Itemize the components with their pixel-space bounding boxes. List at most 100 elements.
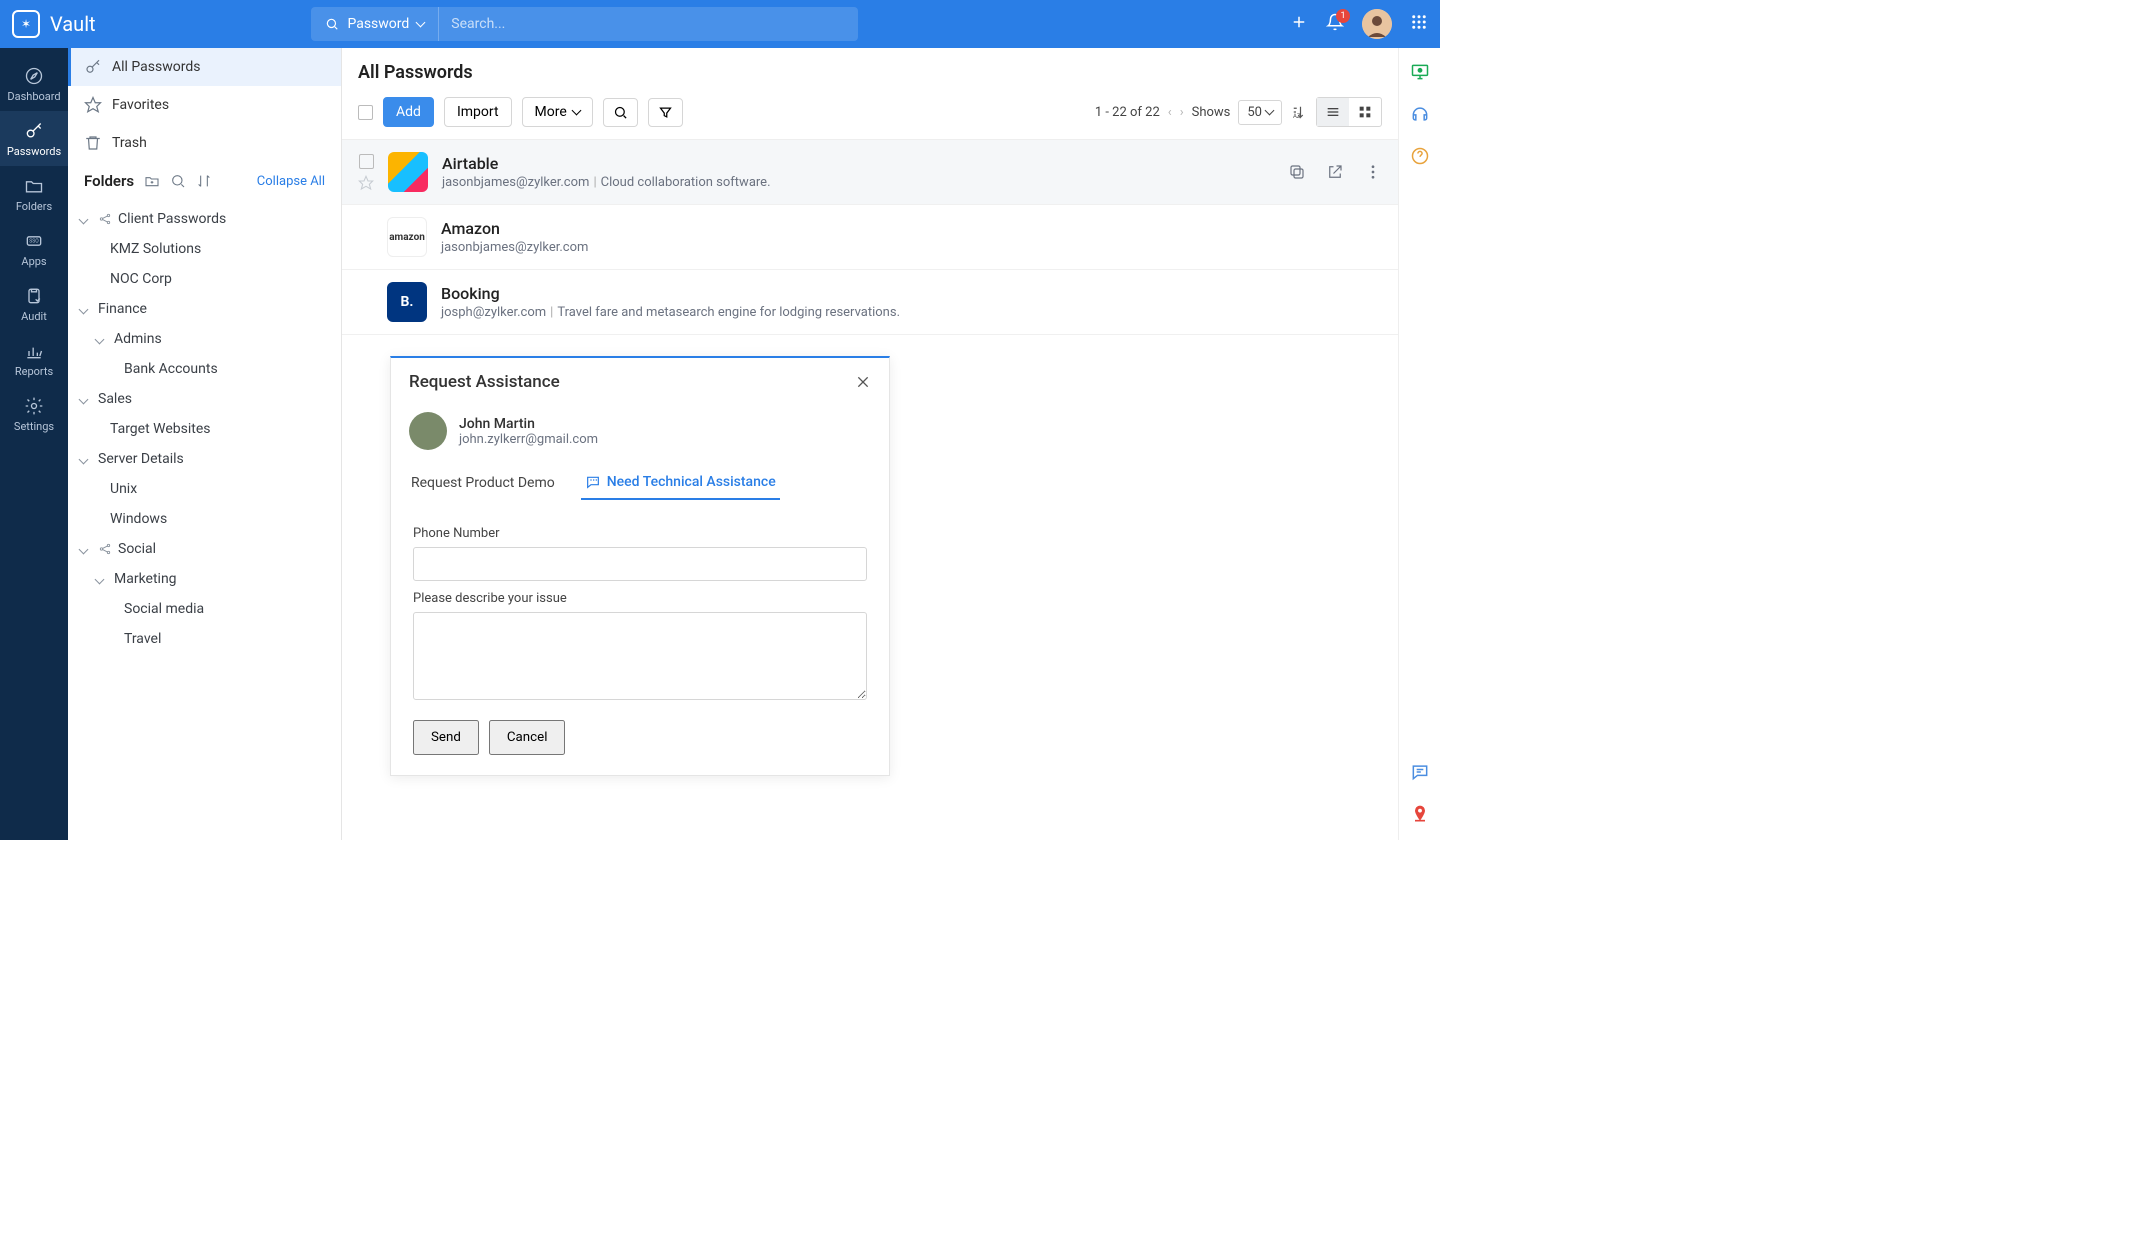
row-logo-amazon: amazon: [387, 217, 427, 257]
tree-node-windows[interactable]: Windows: [80, 504, 329, 534]
notifications-button[interactable]: 1: [1326, 13, 1344, 35]
rail-label: Dashboard: [7, 90, 60, 103]
row-desc: Travel fare and metasearch engine for lo…: [557, 305, 900, 320]
password-row[interactable]: amazon Amazon jasonbjames@zylker.com: [342, 205, 1398, 270]
sidebar-label: Trash: [112, 135, 147, 151]
search-button[interactable]: [603, 98, 638, 127]
chevron-down-icon: [1266, 105, 1273, 120]
tree-node-social-media[interactable]: Social media: [80, 594, 329, 624]
key-icon: [24, 121, 44, 141]
folder-plus-icon[interactable]: [144, 173, 160, 189]
page-prev[interactable]: ‹: [1168, 105, 1172, 120]
tree-node-target[interactable]: Target Websites: [80, 414, 329, 444]
chart-icon: [24, 341, 44, 361]
right-rail: [1398, 48, 1440, 840]
help-icon[interactable]: [1410, 146, 1430, 166]
user-avatar[interactable]: [1362, 9, 1392, 39]
tree-node-marketing[interactable]: Marketing: [80, 564, 329, 594]
folders-title: Folders: [84, 172, 134, 190]
search-scope-dropdown[interactable]: Password: [311, 7, 438, 41]
chevron-down-icon: [417, 16, 424, 32]
search-icon: [325, 17, 339, 31]
headset-icon[interactable]: [1410, 104, 1430, 124]
chat-icon[interactable]: [1410, 762, 1430, 782]
tree-node-admins[interactable]: Admins: [80, 324, 329, 354]
more-button[interactable]: More: [522, 97, 593, 127]
grid-icon: [1357, 104, 1373, 120]
apps-grid-button[interactable]: [1410, 13, 1428, 35]
close-icon[interactable]: [855, 374, 871, 390]
tree-node-server[interactable]: Server Details: [80, 444, 329, 474]
tree-node-client-passwords[interactable]: Client Passwords: [80, 204, 329, 234]
share-icon: [98, 212, 112, 226]
row-email: josph@zylker.com: [441, 305, 546, 320]
tree-node-unix[interactable]: Unix: [80, 474, 329, 504]
svg-text:SSO: SSO: [29, 239, 39, 245]
filter-button[interactable]: [648, 98, 683, 127]
search-input[interactable]: [438, 7, 858, 41]
folder-tree: Client Passwords KMZ Solutions NOC Corp …: [68, 200, 341, 666]
rail-label: Apps: [21, 255, 46, 268]
page-title: All Passwords: [358, 62, 1382, 83]
rail-item-reports[interactable]: Reports: [0, 331, 68, 386]
collapse-all-link[interactable]: Collapse All: [257, 174, 325, 189]
tree-node-sales[interactable]: Sales: [80, 384, 329, 414]
add-button[interactable]: [1290, 13, 1308, 35]
left-rail: Dashboard Passwords Folders SSO Apps Aud…: [0, 48, 68, 840]
rail-item-apps[interactable]: SSO Apps: [0, 221, 68, 276]
dialog-title: Request Assistance: [409, 372, 560, 392]
gear-icon: [24, 396, 44, 416]
svg-text:AZ: AZ: [1293, 113, 1301, 120]
password-row[interactable]: B. Booking josph@zylker.com|Travel fare …: [342, 270, 1398, 335]
rail-item-folders[interactable]: Folders: [0, 166, 68, 221]
row-email: jasonbjames@zylker.com: [441, 240, 588, 255]
shows-label: Shows: [1192, 105, 1231, 120]
tree-node-noc[interactable]: NOC Corp: [80, 264, 329, 294]
send-button[interactable]: Send: [413, 720, 479, 755]
tree-node-bank[interactable]: Bank Accounts: [80, 354, 329, 384]
search-scope-label: Password: [347, 16, 409, 32]
copy-icon[interactable]: [1288, 163, 1306, 181]
page-next[interactable]: ›: [1180, 105, 1184, 120]
dialog-user-email: john.zylkerr@gmail.com: [459, 432, 598, 447]
list-icon: [1325, 104, 1341, 120]
grid-view-button[interactable]: [1349, 98, 1381, 126]
tree-node-kmz[interactable]: KMZ Solutions: [80, 234, 329, 264]
page-size-dropdown[interactable]: 50: [1238, 100, 1282, 125]
rail-label: Reports: [15, 365, 53, 378]
search-icon[interactable]: [170, 173, 186, 189]
rail-item-audit[interactable]: Audit: [0, 276, 68, 331]
password-row[interactable]: Airtable jasonbjames@zylker.com|Cloud co…: [342, 140, 1398, 205]
map-pin-icon[interactable]: [1410, 804, 1430, 824]
tab-technical-assistance[interactable]: Need Technical Assistance: [581, 466, 780, 500]
import-button[interactable]: Import: [444, 97, 512, 127]
rail-item-dashboard[interactable]: Dashboard: [0, 56, 68, 111]
open-icon[interactable]: [1326, 163, 1344, 181]
sidebar-all-passwords[interactable]: All Passwords: [68, 48, 341, 86]
tree-node-social[interactable]: Social: [80, 534, 329, 564]
add-button[interactable]: Add: [383, 97, 434, 127]
trash-icon: [84, 134, 102, 152]
rail-item-passwords[interactable]: Passwords: [0, 111, 68, 166]
plus-icon: [1290, 13, 1308, 31]
folder-icon: [24, 176, 44, 196]
monitor-icon[interactable]: [1410, 62, 1430, 82]
sidebar-favorites[interactable]: Favorites: [68, 86, 341, 124]
tree-node-travel[interactable]: Travel: [80, 624, 329, 654]
tab-request-demo[interactable]: Request Product Demo: [407, 466, 559, 500]
cancel-button[interactable]: Cancel: [489, 720, 566, 755]
phone-input[interactable]: [413, 547, 867, 581]
row-desc: Cloud collaboration software.: [601, 175, 771, 190]
tree-node-finance[interactable]: Finance: [80, 294, 329, 324]
sidebar-trash[interactable]: Trash: [68, 124, 341, 162]
sort-az-icon[interactable]: AZ: [1290, 103, 1308, 121]
rail-item-settings[interactable]: Settings: [0, 386, 68, 441]
dialog-user-avatar: [409, 412, 447, 450]
select-all-checkbox[interactable]: [358, 105, 373, 120]
star-icon[interactable]: [358, 175, 374, 191]
more-icon[interactable]: [1364, 163, 1382, 181]
list-view-button[interactable]: [1317, 98, 1349, 126]
sort-icon[interactable]: [196, 173, 212, 189]
row-checkbox[interactable]: [359, 154, 374, 169]
issue-textarea[interactable]: [413, 612, 867, 700]
